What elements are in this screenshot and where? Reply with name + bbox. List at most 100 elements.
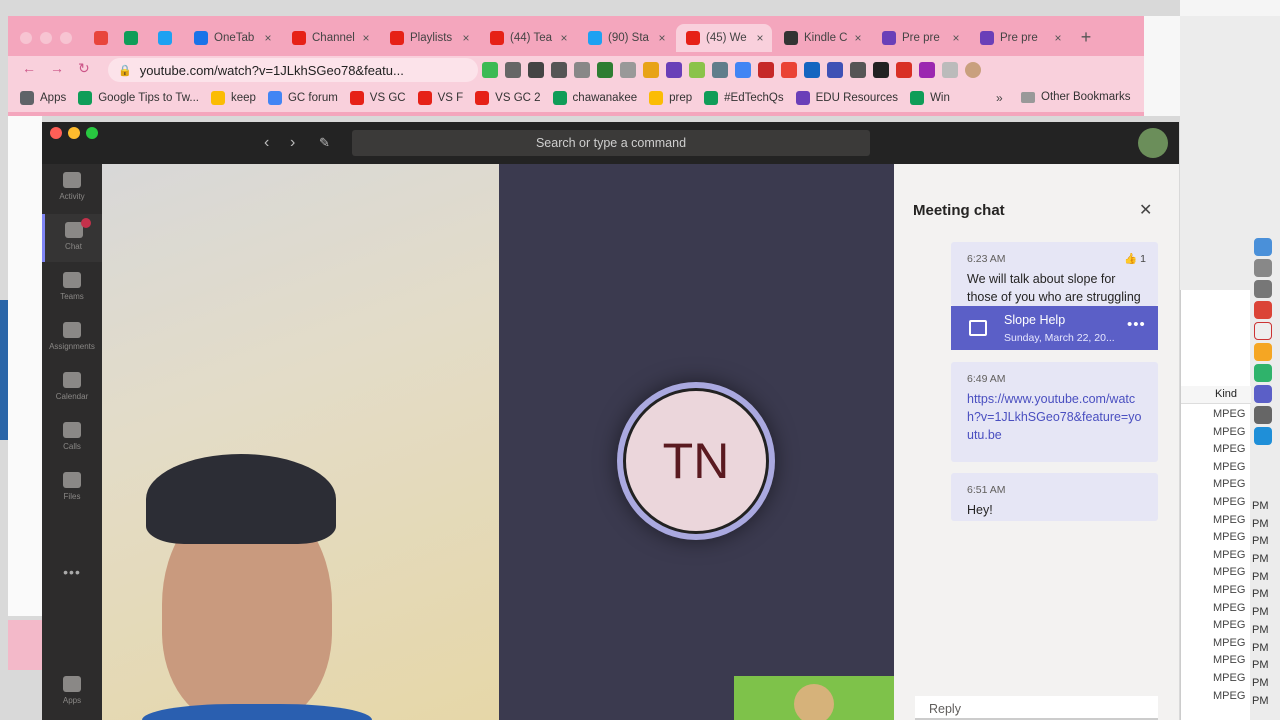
self-video-thumbnail[interactable] (734, 676, 894, 720)
message-link[interactable]: https://www.youtube.com/watch?v=1JLkhSGe… (967, 390, 1142, 444)
tab-close-icon[interactable]: × (558, 31, 570, 45)
extension-icon[interactable] (827, 62, 843, 78)
browser-tab[interactable]: (90) Sta × (578, 24, 674, 52)
file-kind-cell[interactable]: MPEG (1213, 549, 1249, 561)
extension-icon[interactable] (758, 62, 774, 78)
file-kind-cell[interactable]: MPEG (1213, 461, 1249, 473)
extension-icon[interactable] (873, 62, 889, 78)
close-window-button[interactable] (50, 127, 62, 139)
extension-icon[interactable] (781, 62, 797, 78)
browser-tab[interactable]: (44) Tea × (480, 24, 576, 52)
address-bar[interactable]: 🔒 youtube.com/watch?v=1JLkhSGeo78&featu.… (108, 58, 478, 82)
browser-tab[interactable]: Playlists × (380, 24, 478, 52)
extension-icon[interactable] (597, 62, 613, 78)
rail-item-assignments[interactable]: Assignments (42, 314, 102, 362)
teams-icon[interactable] (1254, 385, 1272, 403)
drive-icon[interactable] (735, 62, 751, 78)
rail-item-calls[interactable]: Calls (42, 414, 102, 462)
tab-close-icon[interactable]: × (656, 31, 668, 45)
at-icon[interactable] (1254, 364, 1272, 382)
skype-icon[interactable] (1254, 427, 1272, 445)
bookmarks-overflow[interactable]: » (996, 91, 1003, 105)
browser-tab[interactable]: Pre pre × (872, 24, 968, 52)
browser-tab[interactable]: Pre pre × (970, 24, 1070, 52)
extension-icon[interactable] (620, 62, 636, 78)
browser-tab[interactable] (114, 24, 148, 52)
extension-icon[interactable] (482, 62, 498, 78)
rail-item-calendar[interactable]: Calendar (42, 364, 102, 412)
file-kind-cell[interactable]: MPEG (1213, 602, 1249, 614)
extension-icon[interactable] (643, 62, 659, 78)
extension-icon[interactable] (551, 62, 567, 78)
tab-close-icon[interactable]: × (1052, 31, 1064, 45)
tab-close-icon[interactable]: × (754, 31, 766, 45)
kind-column-header[interactable]: Kind (1181, 386, 1251, 404)
rail-item-apps[interactable]: Apps (42, 668, 102, 716)
other-bookmarks[interactable]: Other Bookmarks (1021, 91, 1130, 103)
file-kind-cell[interactable]: MPEG (1213, 426, 1249, 438)
rail-item-teams[interactable]: Teams (42, 264, 102, 312)
zoom-window-button[interactable] (86, 127, 98, 139)
file-kind-cell[interactable]: MPEG (1213, 637, 1249, 649)
preview-icon[interactable] (1254, 406, 1272, 424)
forward-arrow-icon[interactable]: → (50, 60, 64, 76)
extension-icon[interactable] (850, 62, 866, 78)
file-kind-cell[interactable]: MPEG (1213, 584, 1249, 596)
back-icon[interactable]: ‹ (264, 134, 269, 152)
reload-icon[interactable]: ↻ (78, 60, 90, 77)
new-tab-button[interactable]: + (1076, 28, 1096, 48)
file-kind-cell[interactable]: MPEG (1213, 672, 1249, 684)
chrome-icon[interactable] (1254, 301, 1272, 319)
extension-icon[interactable] (712, 62, 728, 78)
extension-icon[interactable] (919, 62, 935, 78)
tab-close-icon[interactable]: × (460, 31, 472, 45)
file-kind-cell[interactable]: MPEG (1213, 443, 1249, 455)
file-kind-cell[interactable]: MPEG (1213, 566, 1249, 578)
search-input[interactable]: Search or type a command (352, 130, 870, 156)
slides-icon[interactable] (1254, 343, 1272, 361)
avatar[interactable] (1138, 128, 1168, 158)
extension-icon[interactable] (528, 62, 544, 78)
browser-tab[interactable]: (45) We × (676, 24, 772, 52)
tab-close-icon[interactable]: × (950, 31, 962, 45)
bookmark-item[interactable]: chawanakee (552, 91, 637, 105)
chat-message[interactable]: 6:51 AM Hey! (951, 473, 1158, 521)
bookmark-item[interactable]: VS GC 2 (475, 91, 541, 105)
tab-close-icon[interactable]: × (262, 31, 274, 45)
browser-tab[interactable]: Kindle C × (774, 24, 870, 52)
file-kind-cell[interactable]: MPEG (1213, 531, 1249, 543)
file-kind-cell[interactable]: MPEG (1213, 619, 1249, 631)
bookmark-item[interactable]: prep (649, 91, 692, 105)
back-arrow-icon[interactable]: ← (22, 60, 36, 76)
bookmark-item[interactable]: VS GC (349, 91, 406, 105)
browser-tab[interactable]: Channel × (282, 24, 378, 52)
rail-item-activity[interactable]: Activity (42, 164, 102, 212)
gmail-icon[interactable] (896, 62, 912, 78)
bookmark-item[interactable]: EDU Resources (795, 91, 898, 105)
file-kind-cell[interactable]: MPEG (1213, 408, 1249, 420)
profile-avatar[interactable] (965, 62, 981, 78)
file-kind-cell[interactable]: MPEG (1213, 654, 1249, 666)
bookmark-item[interactable]: keep (211, 91, 256, 105)
bookmark-item[interactable]: GC forum (267, 91, 338, 105)
bookmark-item[interactable]: Apps (20, 91, 66, 105)
meeting-card[interactable]: Slope Help Sunday, March 22, 20... ••• (951, 306, 1158, 350)
browser-tab[interactable] (84, 24, 114, 52)
rail-item-chat[interactable]: Chat (42, 214, 102, 262)
browser-tab[interactable] (148, 24, 184, 52)
extension-icon[interactable] (689, 62, 705, 78)
file-kind-cell[interactable]: MPEG (1213, 478, 1249, 490)
file-kind-cell[interactable]: MPEG (1213, 496, 1249, 508)
close-window-button[interactable] (20, 32, 32, 44)
more-apps-icon[interactable]: ••• (42, 564, 102, 580)
tab-close-icon[interactable]: × (360, 31, 372, 45)
reply-input[interactable]: Reply (915, 696, 1158, 720)
file-kind-cell[interactable]: MPEG (1213, 514, 1249, 526)
bookmark-item[interactable]: #EdTechQs (704, 91, 784, 105)
bookmark-item[interactable]: Google Tips to Tw... (78, 91, 199, 105)
compose-icon[interactable]: ✎ (319, 135, 330, 151)
extension-icon[interactable] (505, 62, 521, 78)
like-reaction[interactable]: 👍 1 (1124, 250, 1146, 268)
extension-icon[interactable] (574, 62, 590, 78)
extension-icon[interactable] (666, 62, 682, 78)
